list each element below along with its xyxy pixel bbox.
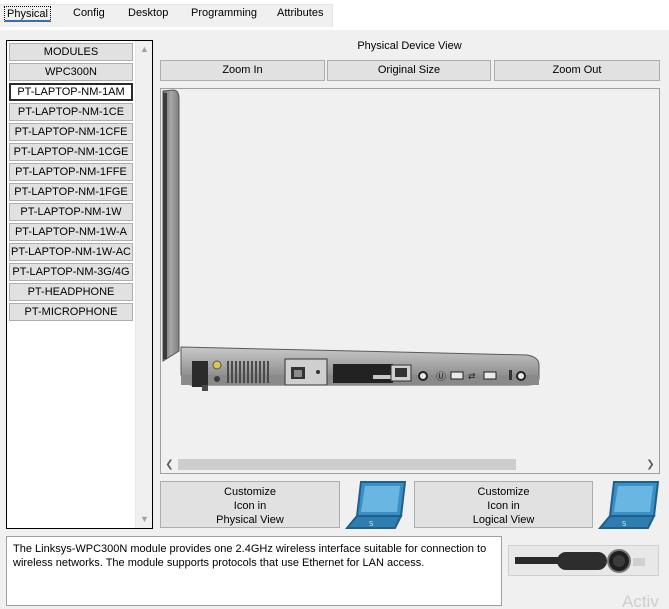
tab-attributes[interactable]: Attributes	[275, 6, 325, 22]
module-item-pt-laptop-nm-3g-4g[interactable]: PT-LAPTOP-NM-3G/4G	[9, 263, 133, 281]
svg-text:S: S	[622, 520, 627, 528]
module-item-pt-laptop-nm-1w-a[interactable]: PT-LAPTOP-NM-1W-A	[9, 223, 133, 241]
customize-physical-icon-button[interactable]: Customize Icon in Physical View	[160, 481, 340, 528]
horizontal-scrollbar[interactable]: ❮ ❯	[161, 456, 659, 473]
module-item-pt-laptop-nm-1am[interactable]: PT-LAPTOP-NM-1AM	[9, 83, 133, 101]
physical-device-view-title: Physical Device View	[357, 40, 462, 52]
customize-logical-line3: Logical View	[472, 514, 535, 526]
module-item-pt-laptop-nm-1ffe[interactable]: PT-LAPTOP-NM-1FFE	[9, 163, 133, 181]
module-item-pt-microphone[interactable]: PT-MICROPHONE	[9, 303, 133, 321]
activation-watermark: Activ	[622, 592, 659, 609]
customize-physical-line2: Icon in	[233, 500, 267, 512]
module-list-scrollbar[interactable]: ▲ ▼	[135, 41, 152, 528]
module-item-pt-laptop-nm-1cge[interactable]: PT-LAPTOP-NM-1CGE	[9, 143, 133, 161]
scroll-right-icon[interactable]: ❯	[642, 456, 659, 473]
customize-logical-line1: Customize	[477, 486, 530, 498]
module-item-modules[interactable]: MODULES	[9, 43, 133, 61]
original-size-button[interactable]: Original Size	[327, 60, 491, 81]
module-description: The Linksys-WPC300N module provides one …	[6, 536, 502, 606]
scroll-down-icon[interactable]: ▼	[136, 511, 153, 528]
scrollbar-thumb[interactable]	[178, 459, 516, 470]
laptop-physical-icon: S	[345, 481, 407, 529]
customize-physical-line1: Customize	[224, 486, 276, 498]
tab-programming[interactable]: Programming	[189, 6, 259, 22]
module-image	[509, 546, 658, 575]
tab-physical[interactable]: Physical	[4, 6, 51, 22]
customize-logical-line2: Icon in	[487, 500, 520, 512]
scroll-left-icon[interactable]: ❮	[161, 456, 178, 473]
svg-text:⇄: ⇄	[468, 372, 476, 382]
module-list-items: MODULES WPC300N PT-LAPTOP-NM-1AM PT-LAPT…	[9, 42, 135, 323]
scroll-up-icon[interactable]: ▲	[136, 41, 153, 58]
module-item-wpc300n[interactable]: WPC300N	[9, 63, 133, 81]
customize-logical-icon-button[interactable]: Customize Icon in Logical View	[414, 481, 593, 528]
module-item-pt-laptop-nm-1ce[interactable]: PT-LAPTOP-NM-1CE	[9, 103, 133, 121]
module-item-pt-headphone[interactable]: PT-HEADPHONE	[9, 283, 133, 301]
module-list[interactable]: MODULES WPC300N PT-LAPTOP-NM-1AM PT-LAPT…	[6, 40, 153, 529]
svg-text:S: S	[369, 520, 374, 528]
module-item-pt-laptop-nm-1w-ac[interactable]: PT-LAPTOP-NM-1W-AC	[9, 243, 133, 261]
zoom-out-button[interactable]: Zoom Out	[494, 60, 660, 81]
laptop-logical-icon: S	[598, 481, 660, 529]
module-thumbnail	[508, 545, 659, 576]
zoom-in-button[interactable]: Zoom In	[160, 60, 325, 81]
svg-text:Ⓤ: Ⓤ	[436, 371, 446, 383]
laptop-side-view: Ⓤ ⇄	[162, 89, 540, 391]
module-item-pt-laptop-nm-1w[interactable]: PT-LAPTOP-NM-1W	[9, 203, 133, 221]
module-item-pt-laptop-nm-1cfe[interactable]: PT-LAPTOP-NM-1CFE	[9, 123, 133, 141]
tab-config[interactable]: Config	[71, 6, 107, 22]
module-item-pt-laptop-nm-1fge[interactable]: PT-LAPTOP-NM-1FGE	[9, 183, 133, 201]
physical-view-canvas[interactable]: Ⓤ ⇄ ❮ ❯	[160, 88, 660, 474]
tab-bar: Physical Config Desktop Programming Attr…	[0, 0, 669, 30]
tab-desktop[interactable]: Desktop	[126, 6, 170, 22]
customize-physical-line3: Physical View	[216, 514, 284, 526]
